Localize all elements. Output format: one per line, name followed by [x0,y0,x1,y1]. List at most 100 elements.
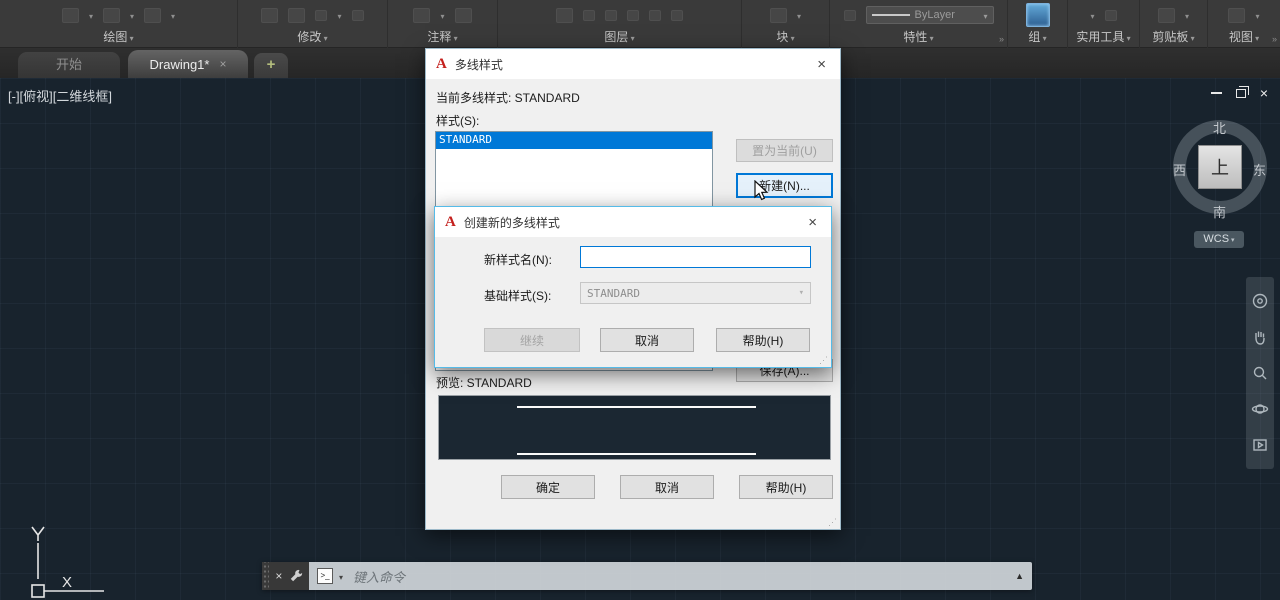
layer-isolate-icon[interactable] [605,10,617,21]
showmotion-icon[interactable] [1251,436,1269,454]
viewport-controls[interactable]: [-][俯视][二维线框] [8,86,112,105]
preview-line-bottom [517,453,756,455]
steering-wheel-icon[interactable] [1251,292,1269,310]
panel-label-draw[interactable]: 绘图 [0,28,237,45]
pan-hand-icon[interactable] [1251,328,1269,346]
help-button[interactable]: 帮助(H) [739,475,833,499]
ribbon-panel-properties: ByLayer 特性 » [830,0,1008,48]
layer-off-icon[interactable] [649,10,661,21]
layer-lock-icon[interactable] [671,10,683,21]
preview-line-top [517,406,756,408]
viewcube-top-face[interactable]: 上 [1198,145,1242,189]
annotate-tool-icons [388,0,497,30]
linetype-dropdown[interactable]: ByLayer [866,6,994,24]
ribbon-panel-annotate: 注释 [388,0,498,48]
measure-tool-icon[interactable] [1105,10,1117,21]
zoom-icon[interactable] [1251,364,1269,382]
panel-label-properties[interactable]: 特性 [830,28,1007,45]
wcs-dropdown[interactable]: WCS [1194,231,1244,248]
draw-tool-icons [0,0,237,30]
resize-grip-icon[interactable]: ⋰ [828,517,837,528]
chevron-down-icon[interactable] [1185,6,1189,24]
ribbon: 绘图 修改 注释 [0,0,1280,48]
autocad-window: 绘图 修改 注释 [0,0,1280,600]
panel-label-modify[interactable]: 修改 [238,28,387,45]
text-tool-icon[interactable] [413,8,430,23]
mouse-cursor [752,180,772,202]
create-style-titlebar[interactable]: A 创建新的多线样式 × [435,207,831,237]
orbit-icon[interactable] [1251,400,1269,418]
chevron-down-icon[interactable] [440,6,444,24]
table-tool-icon[interactable] [455,8,472,23]
chevron-down-icon[interactable] [1255,6,1259,24]
chevron-down-icon[interactable] [1090,6,1094,24]
resize-grip-icon[interactable]: ⋰ [819,355,828,366]
panel-label-clipboard[interactable]: 剪贴板 [1140,28,1207,45]
close-icon[interactable]: × [804,214,821,231]
paste-tool-icon[interactable] [1158,8,1175,23]
panel-label-view[interactable]: 视图 [1208,28,1280,45]
viewcube-east[interactable]: 东 [1253,160,1266,179]
ucs-x-label: X [62,574,72,591]
cancel-button[interactable]: 取消 [600,328,694,352]
ok-button[interactable]: 确定 [501,475,595,499]
panel-expand-icon[interactable]: » [999,34,1004,44]
group-tool-icon-active[interactable] [1026,3,1050,27]
panel-expand-icon[interactable]: » [1272,34,1277,44]
group-tool-icons [1008,0,1067,30]
view-tool-icon[interactable] [1228,8,1245,23]
viewcube-north[interactable]: 北 [1213,118,1226,137]
chevron-down-icon[interactable] [130,6,134,24]
set-current-button: 置为当前(U) [736,139,833,162]
panel-label-groups[interactable]: 组 [1008,28,1067,45]
help-button[interactable]: 帮助(H) [716,328,810,352]
panel-label-block[interactable]: 块 [742,28,829,45]
cancel-button[interactable]: 取消 [620,475,714,499]
tab-close-icon[interactable]: × [219,57,226,71]
stretch-tool-icon[interactable] [261,8,278,23]
command-input[interactable]: 键入命令 ▲ [309,562,1032,590]
array-tool-icon[interactable] [315,10,327,21]
wrench-icon[interactable] [289,569,303,583]
close-icon[interactable]: × [813,56,830,73]
layer-tool-icons [498,0,741,30]
new-style-name-input[interactable] [580,246,811,268]
chevron-down-icon[interactable] [337,6,341,24]
close-icon[interactable]: × [1260,88,1268,98]
minimize-icon[interactable] [1211,92,1222,94]
tab-drawing1[interactable]: Drawing1* × [128,50,248,78]
chevron-down-icon[interactable] [171,6,175,24]
line-tool-icon[interactable] [62,8,79,23]
new-tab-button[interactable]: + [254,53,288,78]
panel-label-annotate[interactable]: 注释 [388,28,497,45]
ribbon-panel-utilities: 实用工具 [1068,0,1140,48]
new-style-button[interactable]: 新建(N)... [736,173,833,198]
ribbon-panel-block: 块 [742,0,830,48]
layer-freeze-icon[interactable] [627,10,639,21]
multiline-style-titlebar[interactable]: A 多线样式 × [426,49,840,79]
tab-start[interactable]: 开始 [18,52,120,78]
panel-label-layers[interactable]: 图层 [498,28,741,45]
viewcube-south[interactable]: 南 [1213,202,1226,221]
chevron-down-icon: ▾ [799,288,804,298]
match-properties-icon[interactable] [844,10,856,21]
insert-block-icon[interactable] [770,8,787,23]
list-item-standard[interactable]: STANDARD [436,132,712,149]
scale-tool-icon[interactable] [288,8,305,23]
layer-properties-icon[interactable] [556,8,573,23]
fillet-tool-icon[interactable] [352,10,364,21]
restore-icon[interactable] [1236,89,1246,98]
command-drag-handle[interactable] [262,562,269,590]
arc-tool-icon[interactable] [144,8,161,23]
panel-label-utilities[interactable]: 实用工具 [1068,28,1139,45]
command-expand-icon[interactable]: ▲ [1015,571,1024,581]
command-close-icon[interactable]: × [275,569,282,583]
properties-tool-icons: ByLayer [830,0,1007,30]
circle-tool-icon[interactable] [103,8,120,23]
chevron-down-icon[interactable] [89,6,93,24]
chevron-down-icon[interactable] [797,6,801,24]
command-prompt-icon[interactable] [317,568,333,584]
chevron-down-icon[interactable] [339,567,343,585]
viewcube-west[interactable]: 西 [1173,160,1186,179]
layer-state-icon[interactable] [583,10,595,21]
